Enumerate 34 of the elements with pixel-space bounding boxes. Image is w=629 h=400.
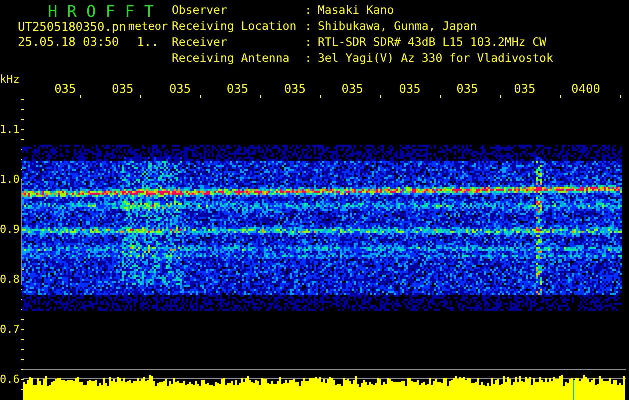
time-label: 035 <box>514 83 537 95</box>
info-value: 3el Yagi(V) Az 330 for Vladivostok <box>318 52 554 67</box>
frequency-unit: kHz <box>0 72 21 86</box>
time-label: 035 <box>342 83 364 95</box>
info-label: Receiving Location <box>172 20 298 35</box>
file-name: UT2505180350.pn <box>18 21 126 33</box>
info-label: Receiving Antenna <box>172 52 291 67</box>
time-label: 035 <box>226 83 250 95</box>
frequency-label: 0.9 <box>0 222 21 238</box>
app-title: H R O F F T <box>47 4 155 20</box>
frequency-label: 0.8 <box>0 272 21 288</box>
time-label: 035 <box>399 83 422 95</box>
status-text: 1.. <box>137 36 159 48</box>
info-value: RTL-SDR SDR# 43dB L15 103.2MHz CW <box>318 36 548 51</box>
info-separator: : <box>305 52 313 67</box>
frequency-label: 0.7 <box>0 322 21 338</box>
info-separator: : <box>305 20 313 35</box>
info-value: Shibukawa, Gunma, Japan <box>318 20 478 35</box>
time-label: 035 <box>169 83 192 95</box>
time-label: 035 <box>456 83 480 95</box>
info-label: Observer <box>172 4 228 19</box>
frequency-label: 1.1 <box>0 122 21 138</box>
info-value: Masaki Kano <box>318 4 396 19</box>
time-label: 035 <box>112 83 135 95</box>
time-label: 035 <box>54 83 78 95</box>
time-label: 0400 <box>572 83 602 95</box>
info-label: Receiver <box>172 36 228 51</box>
date-time: 25.05.18 03:50 <box>18 36 120 48</box>
frequency-label: 0.6 <box>0 372 21 388</box>
info-separator: : <box>305 36 313 51</box>
info-separator: : <box>305 4 313 19</box>
frequency-label: 1.0 <box>0 172 21 188</box>
detection-tag: meteor <box>128 21 168 33</box>
time-label: 035 <box>284 83 308 95</box>
